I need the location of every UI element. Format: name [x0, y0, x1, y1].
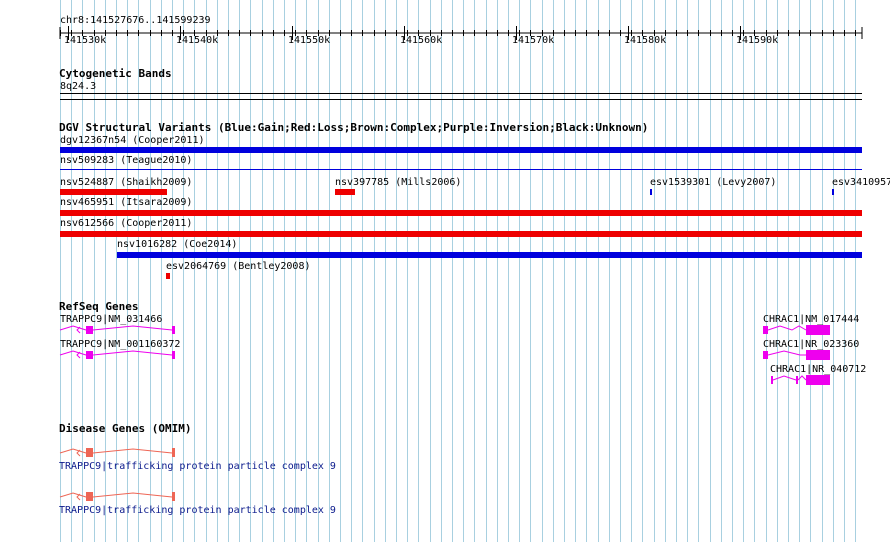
refseq-track-title[interactable]: RefSeq Genes — [59, 301, 138, 312]
variant-label[interactable]: esv3410957 — [832, 177, 890, 188]
variant-label[interactable]: esv2064769 (Bentley2008) — [166, 261, 311, 272]
variant-label[interactable]: nsv397785 (Mills2006) — [335, 177, 461, 188]
ruler-tick-label: 141570k — [512, 35, 555, 46]
gene-model-chrac1[interactable] — [760, 347, 834, 363]
ruler-tick-label: 141550k — [288, 35, 331, 46]
variant-loss-bar[interactable] — [60, 189, 167, 195]
omim-track-title[interactable]: Disease Genes (OMIM) — [59, 423, 191, 434]
cytoband-line-top — [60, 93, 862, 94]
omim-gene-label[interactable]: TRAPPC9|trafficking protein particle com… — [59, 505, 336, 516]
ruler-tick-label: 141530k — [64, 35, 107, 46]
ruler-tick-label: 141580k — [624, 35, 667, 46]
variant-gain-bar[interactable] — [60, 147, 862, 153]
variant-label[interactable]: esv1539301 (Levy2007) — [650, 177, 776, 188]
variant-loss-bar[interactable] — [166, 273, 170, 279]
omim-gene-model[interactable] — [58, 445, 180, 461]
ruler-tick-label: 141590k — [736, 35, 779, 46]
cytoband-track-title[interactable]: Cytogenetic Bands — [59, 68, 172, 79]
cytoband-label[interactable]: 8q24.3 — [60, 81, 96, 92]
ruler-tick-label: 141540k — [176, 35, 219, 46]
variant-label[interactable]: dgv12367n54 (Cooper2011) — [60, 135, 205, 146]
variant-gain-bar[interactable] — [117, 252, 862, 258]
variant-label[interactable]: nsv612566 (Cooper2011) — [60, 218, 192, 229]
omim-gene-label[interactable]: TRAPPC9|trafficking protein particle com… — [59, 461, 336, 472]
variant-gain-bar[interactable] — [60, 169, 862, 170]
variant-label[interactable]: nsv1016282 (Coe2014) — [117, 239, 237, 250]
variant-gain-bar[interactable] — [650, 189, 652, 195]
omim-gene-model[interactable] — [58, 489, 180, 505]
variant-label[interactable]: nsv524887 (Shaikh2009) — [60, 177, 192, 188]
gene-model-chrac1[interactable] — [760, 322, 834, 338]
variant-loss-bar[interactable] — [335, 189, 355, 195]
ruler-tick-label: 141560k — [400, 35, 443, 46]
variant-label[interactable]: nsv509283 (Teague2010) — [60, 155, 192, 166]
gene-model-chrac1[interactable] — [766, 372, 834, 388]
cytoband-line-bottom — [60, 99, 862, 100]
variant-loss-bar[interactable] — [60, 210, 862, 216]
gene-model-trappc9[interactable] — [58, 322, 180, 338]
dgv-track-title[interactable]: DGV Structural Variants (Blue:Gain;Red:L… — [59, 122, 648, 133]
variant-gain-bar[interactable] — [832, 189, 834, 195]
variant-loss-bar[interactable] — [60, 231, 862, 237]
variant-label[interactable]: nsv465951 (Itsara2009) — [60, 197, 192, 208]
gene-model-trappc9[interactable] — [58, 347, 180, 363]
